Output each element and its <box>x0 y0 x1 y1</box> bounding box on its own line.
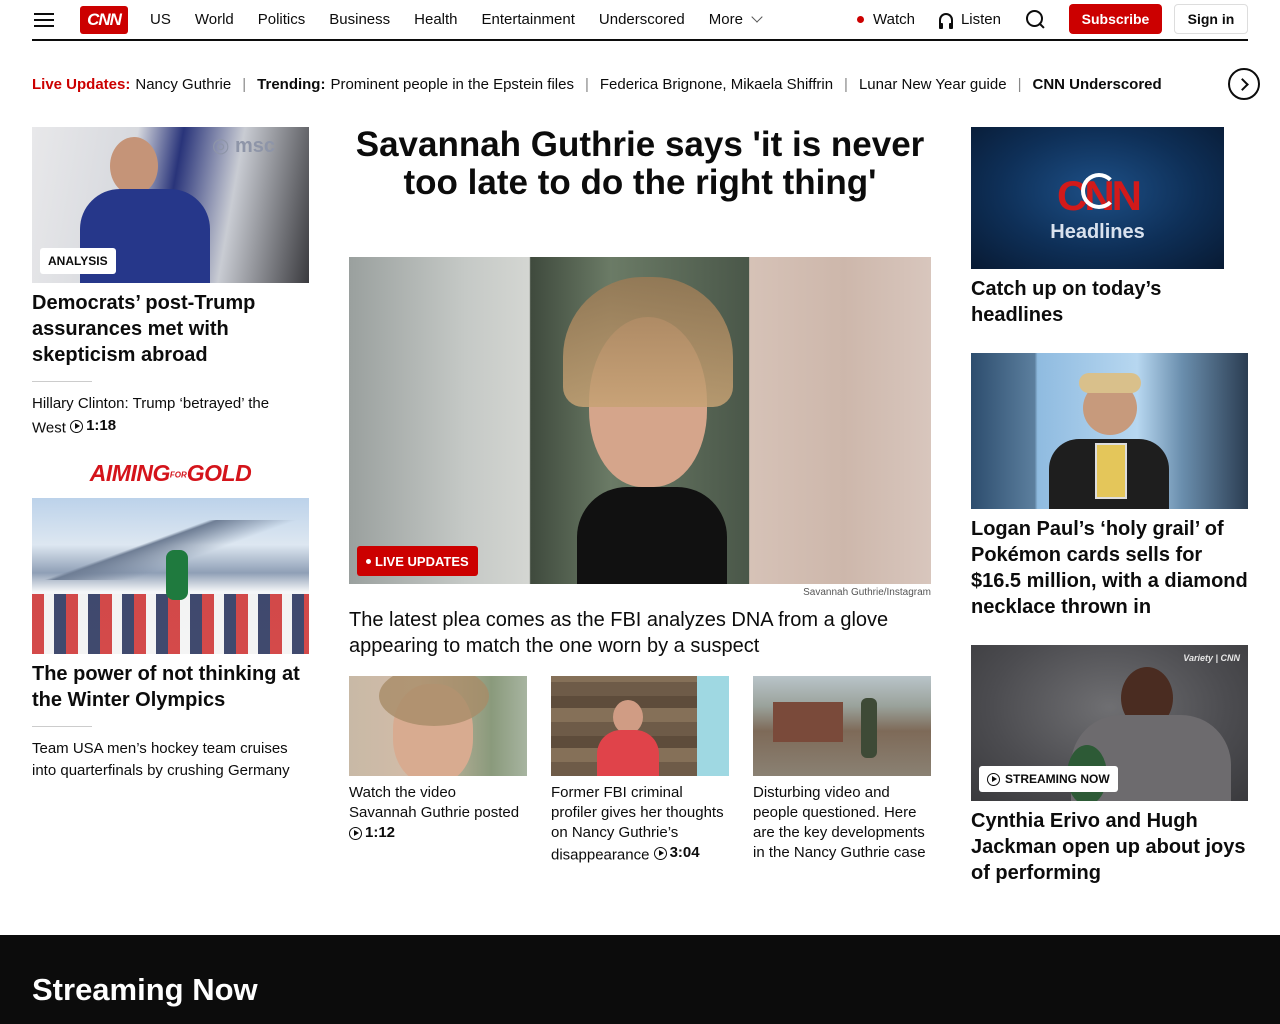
live-dot-icon <box>366 558 371 564</box>
headlines-label: Headlines <box>1050 221 1145 243</box>
ticker-item-live[interactable]: Nancy Guthrie <box>135 76 231 93</box>
video-duration: 3:04 <box>653 843 700 863</box>
chevron-down-icon <box>751 11 763 23</box>
menu-icon[interactable] <box>34 12 54 28</box>
live-updates-label: LIVE UPDATES <box>375 553 469 569</box>
section-title: Streaming Now <box>32 972 258 1007</box>
play-icon <box>653 846 667 860</box>
duration-label: 1:12 <box>365 824 396 841</box>
story-image-erivo[interactable]: Variety | CNN STREAMING NOW <box>971 645 1248 801</box>
thumb-caption[interactable]: Disturbing video and people questioned. … <box>753 783 931 863</box>
story-image-logan-paul[interactable] <box>971 353 1248 509</box>
headlines-caption[interactable]: Catch up on today’s headlines <box>971 276 1249 328</box>
duration-label: 1:18 <box>86 417 117 434</box>
live-updates-label: Live Updates: <box>32 75 131 93</box>
sign-in-button[interactable]: Sign in <box>1174 4 1248 34</box>
related-story-title: Hillary Clinton: Trump ‘betrayed’ the We… <box>32 395 270 437</box>
nav-more-label: More <box>708 11 743 28</box>
ticker-next-button[interactable] <box>1228 68 1260 100</box>
divider <box>32 381 92 382</box>
live-updates-badge[interactable]: LIVE UPDATES <box>357 546 478 576</box>
lead-headline[interactable]: Savannah Guthrie says 'it is never too l… <box>349 126 931 202</box>
nav-us[interactable]: US <box>150 11 171 28</box>
streaming-now-label: STREAMING NOW <box>1005 772 1110 786</box>
video-duration: 1:18 <box>70 415 116 437</box>
thumb-image[interactable] <box>551 676 729 776</box>
streaming-now-section: Streaming Now <box>0 935 1280 1024</box>
subscribe-button[interactable]: Subscribe <box>1069 4 1162 34</box>
listen-link[interactable]: Listen <box>938 10 1001 29</box>
photo-credit: Savannah Guthrie/Instagram <box>803 587 931 598</box>
trending-ticker: Live Updates: Nancy Guthrie | Trending: … <box>32 75 1162 93</box>
nav-entertainment[interactable]: Entertainment <box>482 11 575 28</box>
lead-video-image[interactable] <box>349 257 931 584</box>
thumb-image[interactable] <box>753 676 931 776</box>
thumb-image[interactable] <box>349 676 527 776</box>
story-headline[interactable]: The power of not thinking at the Winter … <box>32 661 309 713</box>
nav-politics[interactable]: Politics <box>258 11 306 28</box>
listen-label: Listen <box>960 10 1001 28</box>
nav-more[interactable]: More <box>708 11 763 28</box>
thumb-caption[interactable]: Former FBI criminal profiler gives her t… <box>551 783 729 866</box>
watch-label: Watch <box>873 10 915 28</box>
ticker-item[interactable]: Prominent people in the Epstein files <box>330 76 573 93</box>
ticker-item[interactable]: Federica Brignone, Mikaela Shiffrin <box>600 76 833 93</box>
cnn-logo[interactable]: CNN <box>80 5 128 34</box>
lead-subheadline[interactable]: The latest plea comes as the FBI analyze… <box>349 607 931 659</box>
nav-health[interactable]: Health <box>414 11 457 28</box>
search-icon[interactable] <box>1025 9 1045 29</box>
nav-world[interactable]: World <box>195 11 234 28</box>
live-dot-icon <box>857 15 865 23</box>
analysis-badge: ANALYSIS <box>40 248 116 274</box>
chevron-right-icon <box>1236 77 1249 91</box>
headlines-video-image[interactable]: CNN Headlines <box>971 127 1224 269</box>
trending-label: Trending: <box>257 75 326 93</box>
divider <box>32 726 92 727</box>
story-image-olympics[interactable] <box>32 498 309 654</box>
video-duration: 1:12 <box>349 823 395 843</box>
streaming-now-badge[interactable]: STREAMING NOW <box>979 766 1118 792</box>
nav-business[interactable]: Business <box>329 11 390 28</box>
ticker-item[interactable]: Lunar New Year guide <box>859 76 1007 93</box>
nav-underscored[interactable]: Underscored <box>599 11 685 28</box>
play-icon <box>987 772 1000 786</box>
ticker-item[interactable]: CNN Underscored <box>1032 76 1161 93</box>
aiming-for-gold-logo[interactable]: AIMINGFORGOLD <box>32 460 309 487</box>
duration-label: 3:04 <box>669 844 700 861</box>
thumb-caption-text: Watch the video Savannah Guthrie posted <box>349 784 520 821</box>
play-icon <box>70 419 84 433</box>
header-actions: Watch Listen Subscribe Sign in <box>857 4 1248 34</box>
watermark: Variety | CNN <box>1183 653 1240 663</box>
play-icon <box>349 826 362 840</box>
section-nav: US World Politics Business Health Entert… <box>150 11 785 28</box>
story-headline[interactable]: Democrats’ post-Trump assurances met wit… <box>32 290 292 368</box>
thumb-caption[interactable]: Watch the video Savannah Guthrie posted … <box>349 783 527 846</box>
related-story[interactable]: Team USA men’s hockey team cruises into … <box>32 738 292 782</box>
story-image-newsom[interactable]: ◎ msc ANALYSIS <box>32 127 309 283</box>
top-navigation: CNN US World Politics Business Health En… <box>32 0 1248 41</box>
related-story[interactable]: Hillary Clinton: Trump ‘betrayed’ the We… <box>32 393 302 440</box>
headphones-icon <box>938 12 953 29</box>
watch-link[interactable]: Watch <box>857 11 915 28</box>
story-headline[interactable]: Cynthia Erivo and Hugh Jackman open up a… <box>971 808 1249 886</box>
story-headline[interactable]: Logan Paul’s ‘holy grail’ of Pokémon car… <box>971 516 1249 620</box>
